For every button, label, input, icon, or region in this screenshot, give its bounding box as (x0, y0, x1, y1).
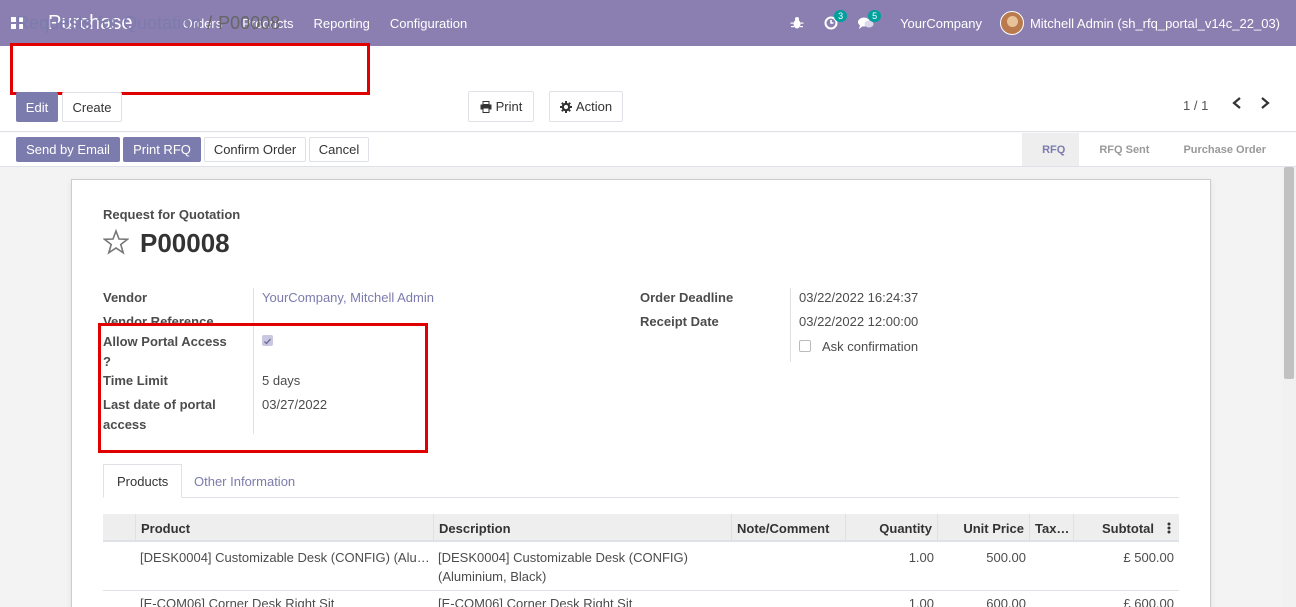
debug-icon[interactable] (790, 16, 804, 30)
highlight-box-portal-fields (98, 323, 428, 453)
column-subtotal[interactable]: Subtotal (1073, 514, 1159, 542)
company-switcher[interactable]: YourCompany (900, 16, 982, 31)
star-icon[interactable] (103, 229, 129, 255)
order-deadline-label: Order Deadline (640, 290, 734, 305)
status-steps: RFQ RFQ Sent Purchase Order (1022, 133, 1280, 166)
print-rfq-button[interactable]: Print RFQ (123, 137, 201, 162)
row-quantity: 1.00 (908, 550, 934, 565)
row-divider (103, 590, 1179, 591)
column-description[interactable]: Description (433, 514, 731, 542)
ask-confirmation-label: Ask confirmation (822, 339, 919, 354)
column-note[interactable]: Note/Comment (731, 514, 845, 542)
user-menu[interactable]: Mitchell Admin (sh_rfq_portal_v14c_22_03… (999, 11, 1280, 35)
tab-products[interactable]: Products (103, 464, 183, 498)
message-count-badge: 5 (868, 10, 882, 22)
confirm-order-button[interactable]: Confirm Order (204, 137, 306, 162)
tab-other-information[interactable]: Other Information (194, 464, 295, 498)
row-description-line1: [E-COM06] Corner Desk Right Sit (438, 596, 633, 607)
print-label: Print (495, 99, 523, 114)
menu-configuration[interactable]: Configuration (380, 16, 477, 31)
create-button[interactable]: Create (62, 92, 122, 122)
messages-icon[interactable]: 5 (858, 10, 882, 30)
breadcrumb-parent[interactable]: Requests for Quotation (16, 13, 201, 33)
row-unit-price: 500.00 (986, 550, 1026, 565)
action-label: Action (575, 99, 613, 114)
breadcrumb-current: P00008 (218, 13, 281, 33)
step-rfq-sent[interactable]: RFQ Sent (1079, 133, 1163, 166)
user-avatar (999, 11, 1024, 35)
column-taxes[interactable]: Tax… (1029, 514, 1073, 542)
cancel-button[interactable]: Cancel (309, 137, 369, 162)
scrollbar[interactable] (1282, 167, 1296, 607)
systray: 3 5 YourCompany Mitchell Admin (sh_rfq_p… (780, 0, 1296, 46)
form-subtitle: Request for Quotation (103, 207, 241, 222)
edit-button[interactable]: Edit (16, 92, 58, 122)
row-description-line1: [DESK0004] Customizable Desk (CONFIG) (438, 550, 688, 565)
breadcrumb: Requests for Quotation / P00008 (16, 13, 280, 34)
highlight-box-breadcrumb (10, 43, 370, 95)
notebook-tabs: Products Other Information (103, 464, 1179, 498)
receipt-date-value: 03/22/2022 12:00:00 (799, 314, 919, 329)
step-rfq[interactable]: RFQ (1022, 133, 1080, 166)
activity-count-badge: 3 (834, 10, 848, 22)
pager-value[interactable]: 1 / 1 (1183, 98, 1208, 113)
gear-icon (559, 100, 572, 113)
row-product: [E-COM06] Corner Desk Right Sit (140, 596, 335, 607)
receipt-date-label: Receipt Date (640, 314, 719, 329)
action-button[interactable]: Action (549, 91, 623, 122)
print-icon (480, 100, 492, 113)
column-unit-price[interactable]: Unit Price (937, 514, 1029, 542)
scrollbar-thumb[interactable] (1284, 167, 1294, 379)
record-name: P00008 (140, 228, 230, 258)
pager-next-icon[interactable] (1259, 96, 1271, 113)
row-product: [DESK0004] Customizable Desk (CONFIG) (A… (140, 550, 430, 565)
step-purchase-order[interactable]: Purchase Order (1163, 133, 1280, 166)
row-subtotal: £ 600.00 (1123, 596, 1174, 607)
breadcrumb-separator: / (207, 13, 213, 33)
row-subtotal: £ 500.00 (1123, 550, 1174, 565)
column-product[interactable]: Product (135, 514, 433, 542)
menu-reporting[interactable]: Reporting (304, 16, 380, 31)
column-quantity[interactable]: Quantity (845, 514, 937, 542)
column-options-icon[interactable] (1159, 514, 1179, 542)
handle-column-header (103, 514, 135, 542)
row-quantity: 1.00 (908, 596, 934, 607)
send-by-email-button[interactable]: Send by Email (16, 137, 120, 162)
right-group-divider (790, 288, 791, 362)
print-button[interactable]: Print (468, 91, 534, 122)
row-description-line2: (Aluminium, Black) (438, 569, 547, 584)
pager-previous-icon[interactable] (1231, 96, 1243, 113)
vendor-label: Vendor (103, 290, 148, 305)
order-lines-header: Product Description Note/Comment Quantit… (103, 514, 1179, 542)
user-name: Mitchell Admin (sh_rfq_portal_v14c_22_03… (1029, 15, 1280, 31)
vendor-value[interactable]: YourCompany, Mitchell Admin (262, 288, 434, 308)
ask-confirmation-checkbox[interactable] (799, 340, 811, 352)
activity-clock-icon[interactable]: 3 (824, 10, 848, 30)
order-deadline-value: 03/22/2022 16:24:37 (799, 290, 919, 305)
row-unit-price: 600.00 (986, 596, 1026, 607)
